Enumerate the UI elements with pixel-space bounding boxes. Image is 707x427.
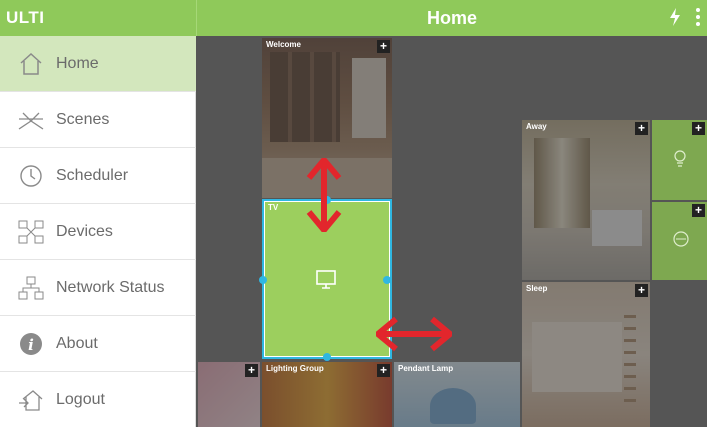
horizontal-resize-arrow-icon (376, 316, 452, 352)
resize-handle-left[interactable] (259, 276, 267, 284)
sidebar-item-devices[interactable]: Devices (0, 204, 196, 260)
kebab-menu-icon[interactable] (695, 8, 701, 28)
tile-sleep[interactable]: Sleep + (522, 282, 650, 427)
network-icon (16, 273, 46, 303)
devices-icon (16, 217, 46, 247)
svg-text:i: i (28, 336, 34, 354)
tile-label: Sleep (526, 284, 548, 293)
sidebar-item-scheduler[interactable]: Scheduler (0, 148, 196, 204)
sidebar-item-about[interactable]: i About (0, 316, 196, 372)
sidebar-item-logout[interactable]: Logout (0, 372, 196, 427)
tile-light-1[interactable]: + (652, 120, 707, 200)
tile-lighting-group[interactable]: Lighting Group + (262, 362, 392, 427)
add-icon[interactable]: + (245, 364, 258, 377)
logout-icon (16, 385, 46, 415)
tile-light-2[interactable]: + (652, 202, 707, 280)
add-icon[interactable]: + (377, 40, 390, 53)
app-name: ULTI (6, 8, 45, 27)
sidebar-item-label: Home (56, 54, 99, 72)
sidebar-item-label: About (56, 334, 98, 352)
sidebar-item-label: Logout (56, 391, 105, 408)
add-icon[interactable]: + (377, 364, 390, 377)
sidebar-item-network-status[interactable]: Network Status (0, 260, 196, 316)
bulb-icon (672, 148, 688, 175)
tile-label: Pendant Lamp (398, 364, 454, 373)
tile-pendant-lamp[interactable]: Pendant Lamp (394, 362, 520, 427)
tile-label: Away (526, 122, 547, 131)
page-title: Home (426, 8, 477, 28)
tv-icon (314, 269, 338, 296)
tile-label: Welcome (266, 40, 301, 49)
add-icon[interactable]: + (692, 204, 705, 217)
tile-label: Lighting Group (266, 364, 324, 373)
sidebar-item-label: Scheduler (56, 166, 129, 184)
app-header-left: ULTI (0, 0, 196, 36)
sidebar: Home Scenes Scheduler Devices Network St… (0, 36, 196, 427)
house-icon (16, 49, 46, 79)
fan-icon (672, 230, 690, 253)
resize-handle-right[interactable] (383, 276, 391, 284)
resize-handle-bottom[interactable] (323, 353, 331, 361)
tile-bottom-1[interactable]: + (198, 362, 260, 427)
sidebar-item-scenes[interactable]: Scenes (0, 92, 196, 148)
sidebar-item-label: Network Status (56, 278, 165, 296)
add-icon[interactable]: + (692, 122, 705, 135)
bolt-icon[interactable] (669, 8, 681, 31)
vertical-resize-arrow-icon (306, 158, 342, 232)
info-icon: i (16, 329, 46, 359)
sidebar-item-label: Scenes (56, 110, 110, 128)
add-icon[interactable]: + (635, 122, 648, 135)
clock-icon (16, 161, 46, 191)
tile-canvas: Welcome + TV Away + + + Sleep + + Lighti… (196, 36, 707, 427)
add-icon[interactable]: + (635, 284, 648, 297)
sidebar-item-label: Devices (56, 222, 113, 240)
scenes-icon (16, 105, 46, 135)
tile-away[interactable]: Away + (522, 120, 650, 280)
app-header: Home (196, 0, 707, 36)
sidebar-item-home[interactable]: Home (0, 36, 196, 92)
tile-label: TV (268, 203, 279, 212)
